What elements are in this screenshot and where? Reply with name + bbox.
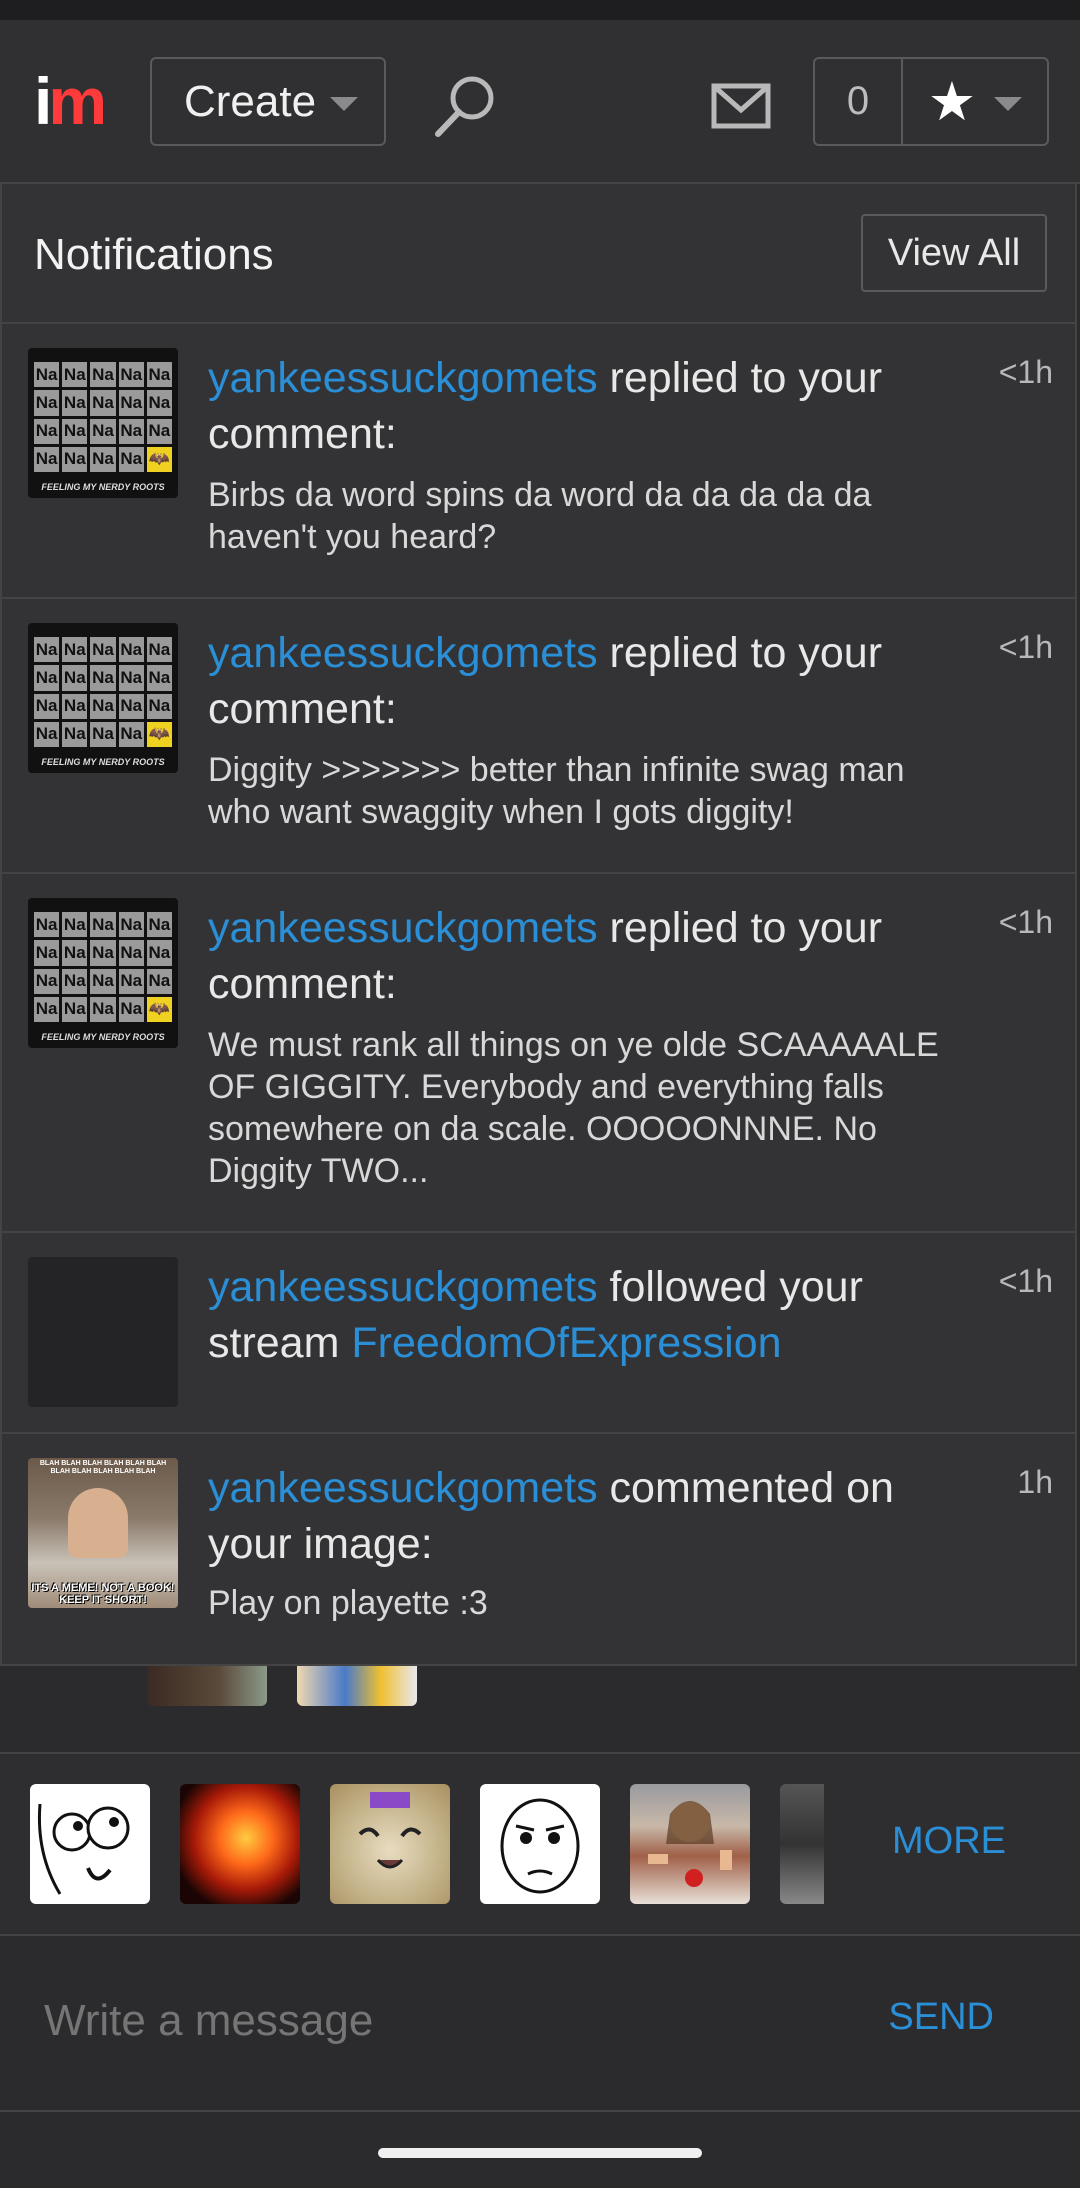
more-stickers-button[interactable]: MORE <box>892 1820 1006 1863</box>
username-link[interactable]: yankeessuckgomets <box>208 904 598 952</box>
happy-cat-sticker[interactable] <box>330 1784 450 1904</box>
buddy-christ-sticker[interactable] <box>630 1784 750 1904</box>
points-dropdown[interactable]: 0 ★ <box>813 57 1049 146</box>
system-navigation-bar <box>0 2112 1080 2188</box>
status-bar <box>0 0 1080 20</box>
meme-image-thumbnail[interactable]: BLAH BLAH BLAH BLAH BLAH BLAH BLAH BLAH … <box>28 1458 178 1608</box>
notification-text: yankeessuckgomets replied to your commen… <box>208 629 883 733</box>
create-dropdown-button[interactable]: Create <box>150 57 386 146</box>
notification-time: 1h <box>1017 1464 1053 1500</box>
notification-time: <1h <box>998 354 1053 390</box>
okay-face-sticker[interactable] <box>480 1784 600 1904</box>
partial-sticker[interactable] <box>780 1784 824 1904</box>
notification-body: Birbs da word spins da word da da da da … <box>208 476 872 556</box>
partially-hidden-images <box>0 1666 1080 1752</box>
username-link[interactable]: yankeessuckgomets <box>208 629 598 677</box>
username-link[interactable]: yankeessuckgomets <box>208 354 598 402</box>
periodic-table-thumbnail[interactable]: Na Na Na Na Na Na Na Na Na Na Na Na Na Na Na Na Na Na N… <box>28 348 178 498</box>
notification-item[interactable]: BLAH BLAH BLAH BLAH BLAH BLAH BLAH BLAH … <box>2 1434 1075 1664</box>
mail-icon[interactable] <box>710 78 772 134</box>
sticker-picker: MORE <box>0 1752 1080 1936</box>
notifications-title: Notifications <box>34 230 274 279</box>
stream-link[interactable]: FreedomOfExpression <box>351 1319 781 1367</box>
send-button[interactable]: SEND <box>888 1996 994 2039</box>
explosion-sticker[interactable] <box>180 1784 300 1904</box>
derp-face-sticker[interactable] <box>30 1784 150 1904</box>
notification-item[interactable]: Na Na Na Na Na Na Na Na Na Na Na Na Na Na Na Na Na Na N… <box>2 599 1075 874</box>
notification-body: We must rank all things on ye olde SCAAA… <box>208 1026 939 1190</box>
notification-time: <1h <box>998 1263 1053 1299</box>
notification-count: 0 <box>815 59 903 144</box>
chevron-down-icon <box>330 96 359 111</box>
home-indicator[interactable] <box>378 2148 702 2158</box>
blank-avatar-thumbnail[interactable] <box>28 1257 178 1407</box>
star-menu-button[interactable]: ★ <box>903 59 1047 144</box>
notification-text: yankeessuckgomets replied to your commen… <box>208 354 883 458</box>
search-icon[interactable] <box>432 72 500 140</box>
notification-item[interactable]: Na Na Na Na Na Na Na Na Na Na Na Na Na Na Na Na Na Na N… <box>2 874 1075 1233</box>
message-composer: SEND <box>0 1936 1080 2112</box>
star-icon: ★ <box>927 72 977 132</box>
notifications-header: Notifications View All <box>2 184 1075 324</box>
notification-item[interactable]: Na Na Na Na Na Na Na Na Na Na Na Na Na Na Na Na Na Na N… <box>2 324 1075 599</box>
notification-text: yankeessuckgomets commented on your imag… <box>208 1464 894 1568</box>
username-link[interactable]: yankeessuckgomets <box>208 1464 598 1512</box>
partial-image[interactable] <box>147 1666 267 1706</box>
notification-item[interactable]: yankeessuckgomets followed your stream F… <box>2 1233 1075 1434</box>
imgflip-logo[interactable]: im <box>34 68 107 134</box>
message-input[interactable] <box>44 1986 824 2056</box>
notifications-panel: Notifications View All Na Na Na Na Na Na Na Na… <box>0 184 1077 1666</box>
view-all-button[interactable]: View All <box>861 214 1047 292</box>
partial-image[interactable] <box>297 1666 417 1706</box>
notification-body: Diggity >>>>>>> better than infinite swa… <box>208 751 905 831</box>
periodic-table-thumbnail[interactable]: Na Na Na Na Na Na Na Na Na Na Na Na Na Na Na Na Na Na N… <box>28 898 178 1048</box>
top-navigation-bar: im Create 0 ★ <box>0 20 1080 184</box>
notification-text: yankeessuckgomets replied to your commen… <box>208 904 883 1008</box>
notification-body: Play on playette :3 <box>208 1584 488 1622</box>
notification-time: <1h <box>998 904 1053 940</box>
username-link[interactable]: yankeessuckgomets <box>208 1263 598 1311</box>
periodic-table-thumbnail[interactable]: Na Na Na Na Na Na Na Na Na Na Na Na Na Na Na Na Na Na N… <box>28 623 178 773</box>
create-label: Create <box>184 76 317 126</box>
chevron-down-icon <box>994 96 1023 111</box>
notification-time: <1h <box>998 629 1053 665</box>
notification-text: yankeessuckgomets followed your stream F… <box>208 1263 863 1367</box>
